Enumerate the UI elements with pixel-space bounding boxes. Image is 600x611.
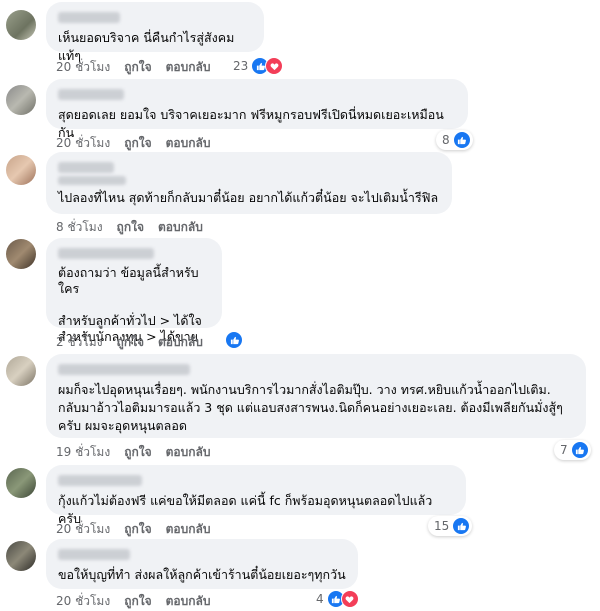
reply-button[interactable]: ตอบกลับ [166,520,211,539]
reply-button[interactable]: ตอบกลับ [158,333,203,352]
commenter-name-blurred[interactable] [58,475,142,486]
like-button[interactable]: ถูกใจ [124,592,151,611]
reaction-count: 15 [434,519,450,533]
commenter-name-blurred[interactable] [58,364,190,375]
comment-actions: 2 ชั่วโมง ถูกใจ ตอบกลับ [56,333,203,352]
reaction-summary[interactable]: 15 [428,516,473,536]
comment-timestamp[interactable]: 20 ชั่วโมง [56,134,110,153]
comment-bubble: กุ้งแก้วไม่ต้องฟรี แค่ขอให้มีตลอด แค่นี้… [46,465,466,526]
reply-button[interactable]: ตอบกลับ [158,218,203,237]
comment-bubble: เห็นยอดบริจาค นี่คืนกำไรสู่สังคมแท้ๆ [46,2,264,63]
comment-actions: 20 ชั่วโมง ถูกใจ ตอบกลับ [56,520,210,539]
comment-text: ขอให้บุญที่ทำ ส่งผลให้ลูกค้าเข้าร้านตี๋น… [58,567,346,582]
comment-text: ผมก็จะไปอุดหนุนเรื่อยๆ. พนักงานบริการไวม… [58,382,563,433]
like-icon [452,517,471,535]
reply-button[interactable]: ตอบกลับ [166,443,211,462]
comment-actions: 8 ชั่วโมง ถูกใจ ตอบกลับ [56,218,203,237]
like-button[interactable]: ถูกใจ [117,333,144,352]
reaction-summary[interactable]: 7 [554,440,591,460]
comment-timestamp[interactable]: 20 ชั่วโมง [56,592,110,611]
like-icon [570,441,589,459]
comment-timestamp[interactable]: 19 ชั่วโมง [56,443,110,462]
comment-timestamp[interactable]: 2 ชั่วโมง [56,333,103,352]
commenter-subtitle-blurred [58,176,126,185]
reaction-summary[interactable]: 23 [233,57,284,75]
like-button[interactable]: ถูกใจ [124,520,151,539]
like-button[interactable]: ถูกใจ [124,58,151,77]
reply-button[interactable]: ตอบกลับ [166,592,211,611]
commenter-name-blurred[interactable] [58,248,154,259]
commenter-name-blurred[interactable] [58,549,130,560]
like-icon [225,331,243,349]
comment-text: ไปลองที่ไหน สุดท้ายก็กลับมาตี๋น้อย อยากไ… [58,190,439,205]
avatar[interactable] [6,356,36,386]
comment-bubble: ผมก็จะไปอุดหนุนเรื่อยๆ. พนักงานบริการไวม… [46,354,586,438]
avatar[interactable] [6,85,36,115]
reaction-count: 4 [316,592,324,606]
comment-timestamp[interactable]: 8 ชั่วโมง [56,218,103,237]
reply-button[interactable]: ตอบกลับ [166,58,211,77]
comment-bubble: สุดยอดเลย ยอมใจ บริจาคเยอะมาก ฟรีหมูกรอบ… [46,79,468,140]
comment-timestamp[interactable]: 20 ชั่วโมง [56,58,110,77]
reaction-summary[interactable]: 8 [436,130,473,150]
commenter-name-blurred[interactable] [58,12,120,23]
like-icon [452,131,471,149]
love-icon [265,57,284,75]
comment-actions: 20 ชั่วโมง ถูกใจ ตอบกลับ [56,592,210,611]
like-button[interactable]: ถูกใจ [124,443,151,462]
comment-actions: 19 ชั่วโมง ถูกใจ ตอบกลับ [56,443,210,462]
like-button[interactable]: ถูกใจ [117,218,144,237]
like-button[interactable]: ถูกใจ [124,134,151,153]
avatar[interactable] [6,10,36,40]
comment-bubble: ไปลองที่ไหน สุดท้ายก็กลับมาตี๋น้อย อยากไ… [46,152,452,214]
commenter-name-blurred[interactable] [58,162,114,173]
reaction-summary[interactable] [225,331,243,349]
comment-actions: 20 ชั่วโมง ถูกใจ ตอบกลับ [56,58,210,77]
comment-bubble: ขอให้บุญที่ทำ ส่งผลให้ลูกค้าเข้าร้านตี๋น… [46,539,358,589]
commenter-name-blurred[interactable] [58,89,124,100]
avatar[interactable] [6,468,36,498]
love-icon [340,590,359,608]
avatar[interactable] [6,155,36,185]
reaction-summary[interactable]: 4 [316,590,359,608]
comment-actions: 20 ชั่วโมง ถูกใจ ตอบกลับ [56,134,210,153]
comment-timestamp[interactable]: 20 ชั่วโมง [56,520,110,539]
avatar[interactable] [6,239,36,269]
reaction-count: 8 [442,133,450,147]
reply-button[interactable]: ตอบกลับ [166,134,211,153]
avatar[interactable] [6,541,36,571]
reaction-count: 7 [560,443,568,457]
reaction-count: 23 [233,59,249,73]
comment-bubble: ต้องถามว่า ข้อมูลนี้สำหรับใคร สำหรับลูกค… [46,238,222,344]
